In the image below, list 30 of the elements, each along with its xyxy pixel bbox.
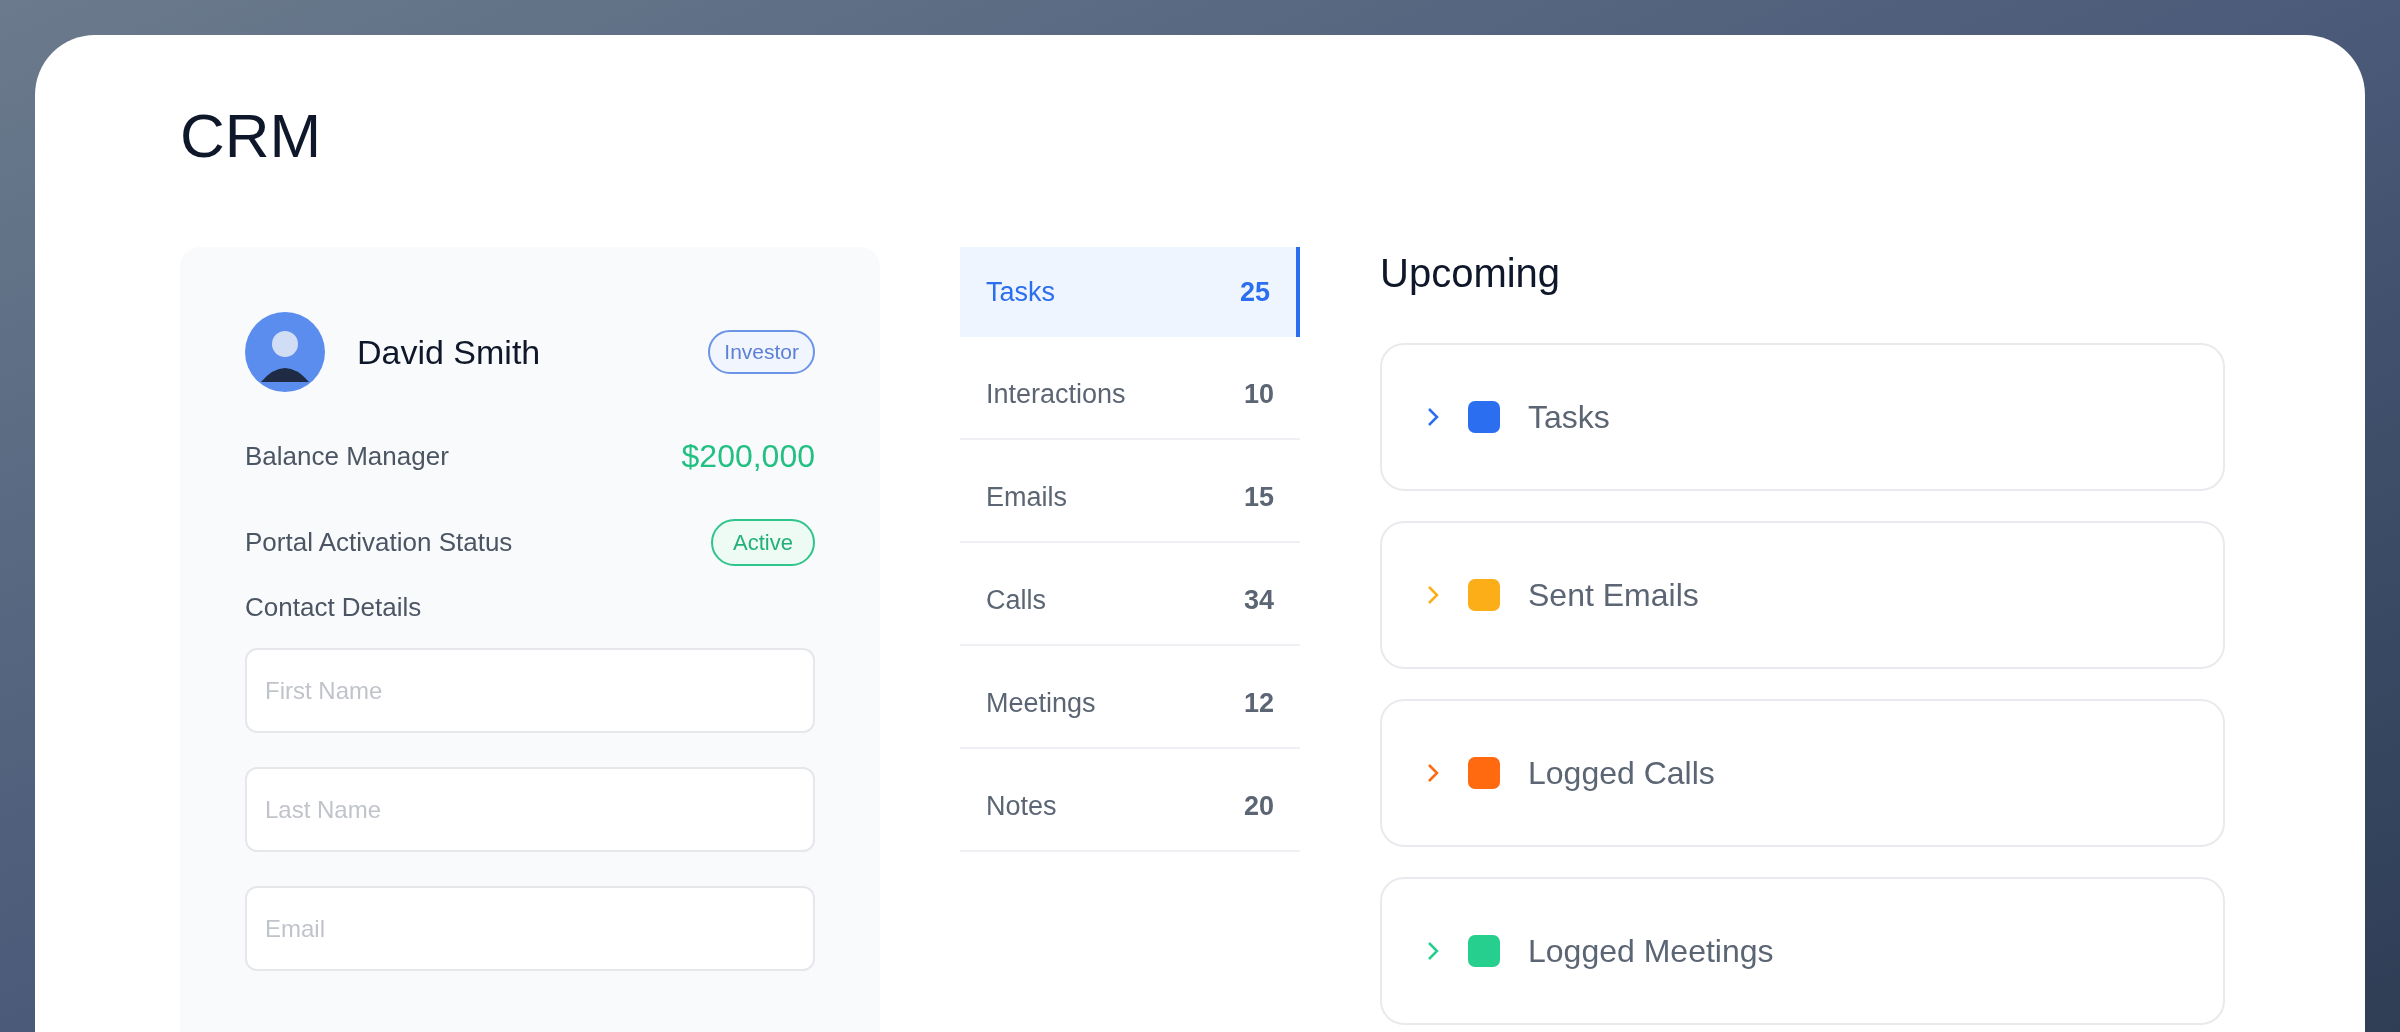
investor-badge: Investor xyxy=(708,330,815,374)
upcoming-label: Sent Emails xyxy=(1528,576,1699,615)
chevron-icon[interactable] xyxy=(1426,941,1440,961)
row-label: Balance Manager xyxy=(245,439,449,473)
upcoming-card[interactable]: Logged Calls xyxy=(1380,699,2225,847)
contact-name: David Smith xyxy=(357,331,541,373)
input-field[interactable]: First Name xyxy=(245,648,815,733)
status-badge: Active xyxy=(711,518,815,566)
upcoming-card[interactable]: Tasks xyxy=(1380,343,2225,491)
input-field[interactable]: Email xyxy=(245,886,815,971)
chevron-icon[interactable] xyxy=(1426,407,1440,427)
page-title: CRM xyxy=(180,105,323,167)
balance-amount: $200,000 xyxy=(681,437,815,476)
category-tab[interactable]: Notes 20 xyxy=(960,762,1300,852)
category-tab[interactable]: Calls 34 xyxy=(960,556,1300,646)
upcoming-title: Upcoming xyxy=(1380,253,1562,293)
chevron-icon[interactable] xyxy=(1426,585,1440,605)
section-label: Contact Details xyxy=(245,594,423,620)
upcoming-card[interactable]: Logged Meetings xyxy=(1380,877,2225,1025)
category-tab[interactable]: Emails 15 xyxy=(960,453,1300,543)
upcoming-label: Logged Calls xyxy=(1528,754,1715,793)
upcoming-card[interactable]: Sent Emails xyxy=(1380,521,2225,669)
upcoming-label: Tasks xyxy=(1528,398,1610,437)
category-tab[interactable]: Meetings 12 xyxy=(960,659,1300,749)
row-label: Portal Activation Status xyxy=(245,525,513,559)
category-tab[interactable]: Interactions 10 xyxy=(960,350,1300,440)
chevron-icon[interactable] xyxy=(1426,763,1440,783)
upcoming-label: Logged Meetings xyxy=(1528,932,1774,971)
input-field[interactable]: Last Name xyxy=(245,767,815,852)
category-tab[interactable]: Tasks 25 xyxy=(960,247,1300,337)
